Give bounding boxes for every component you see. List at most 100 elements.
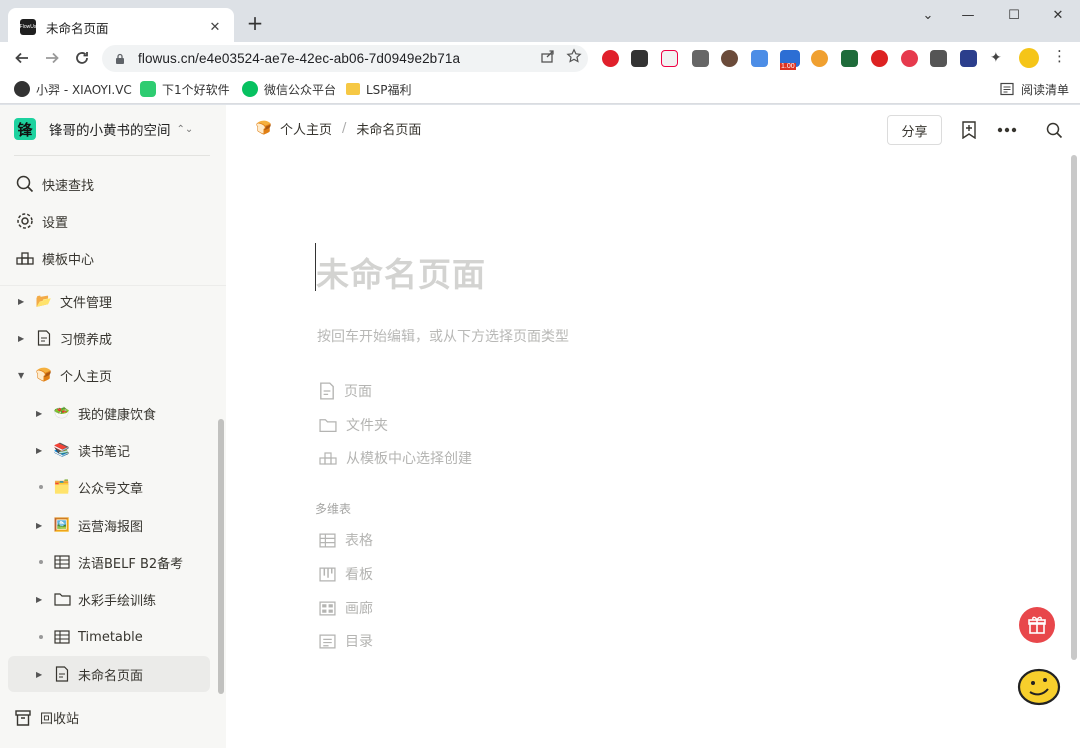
mountain-extension-icon[interactable] xyxy=(930,50,947,67)
caret-down-icon[interactable]: ▼ xyxy=(18,371,28,380)
section-label-database: 多维表 xyxy=(315,502,352,516)
dots-extension-icon[interactable] xyxy=(631,50,648,67)
breadcrumb: 🍞 个人主页 / 未命名页面 xyxy=(254,119,422,138)
breadcrumb-current[interactable]: 未命名页面 xyxy=(356,119,421,138)
reading-list-button[interactable]: 阅读清单 xyxy=(1000,79,1069,99)
chevron-updown-icon: ⌃⌄ xyxy=(176,123,194,135)
page-type-board[interactable]: 看板 xyxy=(319,563,373,585)
search-icon[interactable] xyxy=(1046,122,1063,139)
page-type-table[interactable]: 表格 xyxy=(319,529,373,551)
card-index-icon: 🗂️ xyxy=(53,479,71,495)
tree-item-reading-notes[interactable]: ▶ 📚 读书笔记 xyxy=(36,432,130,468)
gear-icon xyxy=(17,213,33,229)
tree-item-habits[interactable]: ▶ 习惯养成 xyxy=(18,320,112,356)
address-bar[interactable]: flowus.cn/e4e03524-ae7e-42ec-ab06-7d0949… xyxy=(102,45,588,72)
extensions-puzzle-icon[interactable]: ✦ xyxy=(990,50,1007,67)
gift-button[interactable] xyxy=(1019,607,1055,643)
more-icon[interactable] xyxy=(997,127,1017,133)
bookmark-item[interactable]: 小羿 - XIAOYI.VC xyxy=(14,79,132,99)
tree-item-label: 公众号文章 xyxy=(78,481,144,497)
tree-item-posters[interactable]: ▶ 🖼️ 运营海报图 xyxy=(36,507,143,543)
profile-avatar[interactable] xyxy=(1019,48,1039,68)
tree-item-french-exam[interactable]: 法语BELF B2备考 xyxy=(36,544,183,580)
copy-extension-icon[interactable] xyxy=(692,50,709,67)
eye-extension-icon[interactable] xyxy=(901,50,918,67)
browser-tab[interactable]: FlowUs 未命名页面 ✕ xyxy=(8,8,234,46)
option-label: 画廊 xyxy=(345,601,373,617)
salad-icon: 🥗 xyxy=(53,405,71,421)
tree-item-file-management[interactable]: ▶ 📂 文件管理 xyxy=(18,283,112,319)
trash-button[interactable]: 回收站 xyxy=(14,708,79,727)
template-center-button[interactable]: 模板中心 xyxy=(16,246,94,270)
reading-list-icon xyxy=(1000,82,1014,96)
tree-item-personal-home[interactable]: ▼ 🍞 个人主页 xyxy=(18,357,112,393)
bookmark-item[interactable]: 微信公众平台 xyxy=(242,79,336,99)
option-label: 目录 xyxy=(345,634,373,650)
wechat-icon xyxy=(242,81,258,97)
image-extension-icon[interactable] xyxy=(751,50,768,67)
speed-badge: 1.00 xyxy=(780,63,796,70)
minimize-icon[interactable]: — xyxy=(946,2,990,28)
bookmarks-bar: 小羿 - XIAOYI.VC 下1个好软件 微信公众平台 LSP福利 阅读清单 xyxy=(0,74,1080,104)
quick-search-button[interactable]: 快速查找 xyxy=(16,172,94,196)
grid-extension-icon[interactable] xyxy=(960,50,977,67)
bookmark-label: LSP福利 xyxy=(366,82,412,97)
lock-icon xyxy=(116,53,124,64)
breadcrumb-link[interactable]: 个人主页 xyxy=(280,119,332,138)
caret-right-icon[interactable]: ▶ xyxy=(18,334,28,343)
mascot-help-icon[interactable] xyxy=(1016,665,1062,707)
speed-extension-icon[interactable]: 1.00 xyxy=(780,50,800,70)
workspace-name: 锋哥的小黄书的空间 xyxy=(49,123,171,139)
browser-menu-icon[interactable]: ⋮ xyxy=(1052,47,1069,65)
bookmark-item[interactable]: 下1个好软件 xyxy=(140,79,230,99)
caret-right-icon[interactable]: ▶ xyxy=(36,670,46,679)
new-tab-button[interactable]: + xyxy=(244,11,266,35)
workspace-switcher[interactable]: 锋 锋哥的小黄书的空间 ⌃⌄ xyxy=(14,118,193,140)
page-type-folder[interactable]: 文件夹 xyxy=(319,414,388,436)
tree-item-label: Timetable xyxy=(78,629,143,645)
page-title-input[interactable]: 未命名页面 xyxy=(316,248,486,296)
browser-toolbar: flowus.cn/e4e03524-ae7e-42ec-ab06-7d0949… xyxy=(0,42,1080,74)
tab-close-icon[interactable]: ✕ xyxy=(206,18,224,36)
tree-item-healthy-diet[interactable]: ▶ 🥗 我的健康饮食 xyxy=(36,395,156,431)
caret-right-icon[interactable]: ▶ xyxy=(36,521,46,530)
back-button[interactable] xyxy=(10,46,34,70)
trash-icon xyxy=(15,709,31,726)
sidebar-scrollbar[interactable] xyxy=(218,419,224,694)
tree-item-untitled-page[interactable]: ▶ 未命名页面 xyxy=(8,656,210,692)
cookie-extension-icon[interactable] xyxy=(721,50,738,67)
maximize-icon[interactable]: ☐ xyxy=(992,2,1036,28)
share-page-icon[interactable] xyxy=(540,48,556,64)
tree-item-label: 未命名页面 xyxy=(78,668,144,684)
pen-extension-icon[interactable] xyxy=(661,50,678,67)
opera-extension-icon[interactable] xyxy=(602,50,619,67)
page-type-page[interactable]: 页面 xyxy=(319,380,372,402)
game-extension-icon[interactable] xyxy=(841,50,858,67)
bookmark-item[interactable]: LSP福利 xyxy=(346,79,412,99)
page-type-gallery[interactable]: 画廊 xyxy=(319,597,373,619)
avatar-icon xyxy=(14,81,30,97)
caret-right-icon[interactable]: ▶ xyxy=(36,409,46,418)
main-scrollbar[interactable] xyxy=(1071,155,1077,660)
settings-button[interactable]: 设置 xyxy=(16,209,68,233)
tab-search-chevron-icon[interactable]: ⌄ xyxy=(906,2,950,28)
page-icon xyxy=(52,665,72,683)
page-type-list[interactable]: 目录 xyxy=(319,630,373,652)
page-type-template[interactable]: 从模板中心选择创建 xyxy=(319,447,472,469)
monkey-extension-icon[interactable] xyxy=(811,50,828,67)
forward-button[interactable] xyxy=(40,46,64,70)
tree-item-label: 习惯养成 xyxy=(60,332,113,348)
tree-item-timetable[interactable]: Timetable xyxy=(36,619,143,655)
alert-extension-icon[interactable] xyxy=(871,50,888,67)
caret-right-icon[interactable]: ▶ xyxy=(36,446,46,455)
tree-item-watercolor[interactable]: ▶ 水彩手绘训练 xyxy=(36,581,156,617)
tree-item-articles[interactable]: 🗂️ 公众号文章 xyxy=(36,469,143,505)
reload-button[interactable] xyxy=(70,46,94,70)
caret-right-icon[interactable]: ▶ xyxy=(18,297,28,306)
close-window-icon[interactable]: ✕ xyxy=(1036,2,1080,28)
bookmark-star-icon[interactable] xyxy=(566,48,582,64)
caret-right-icon[interactable]: ▶ xyxy=(36,595,46,604)
add-bookmark-icon[interactable] xyxy=(961,121,977,139)
table-icon xyxy=(319,532,336,548)
share-button[interactable]: 分享 xyxy=(887,115,942,145)
